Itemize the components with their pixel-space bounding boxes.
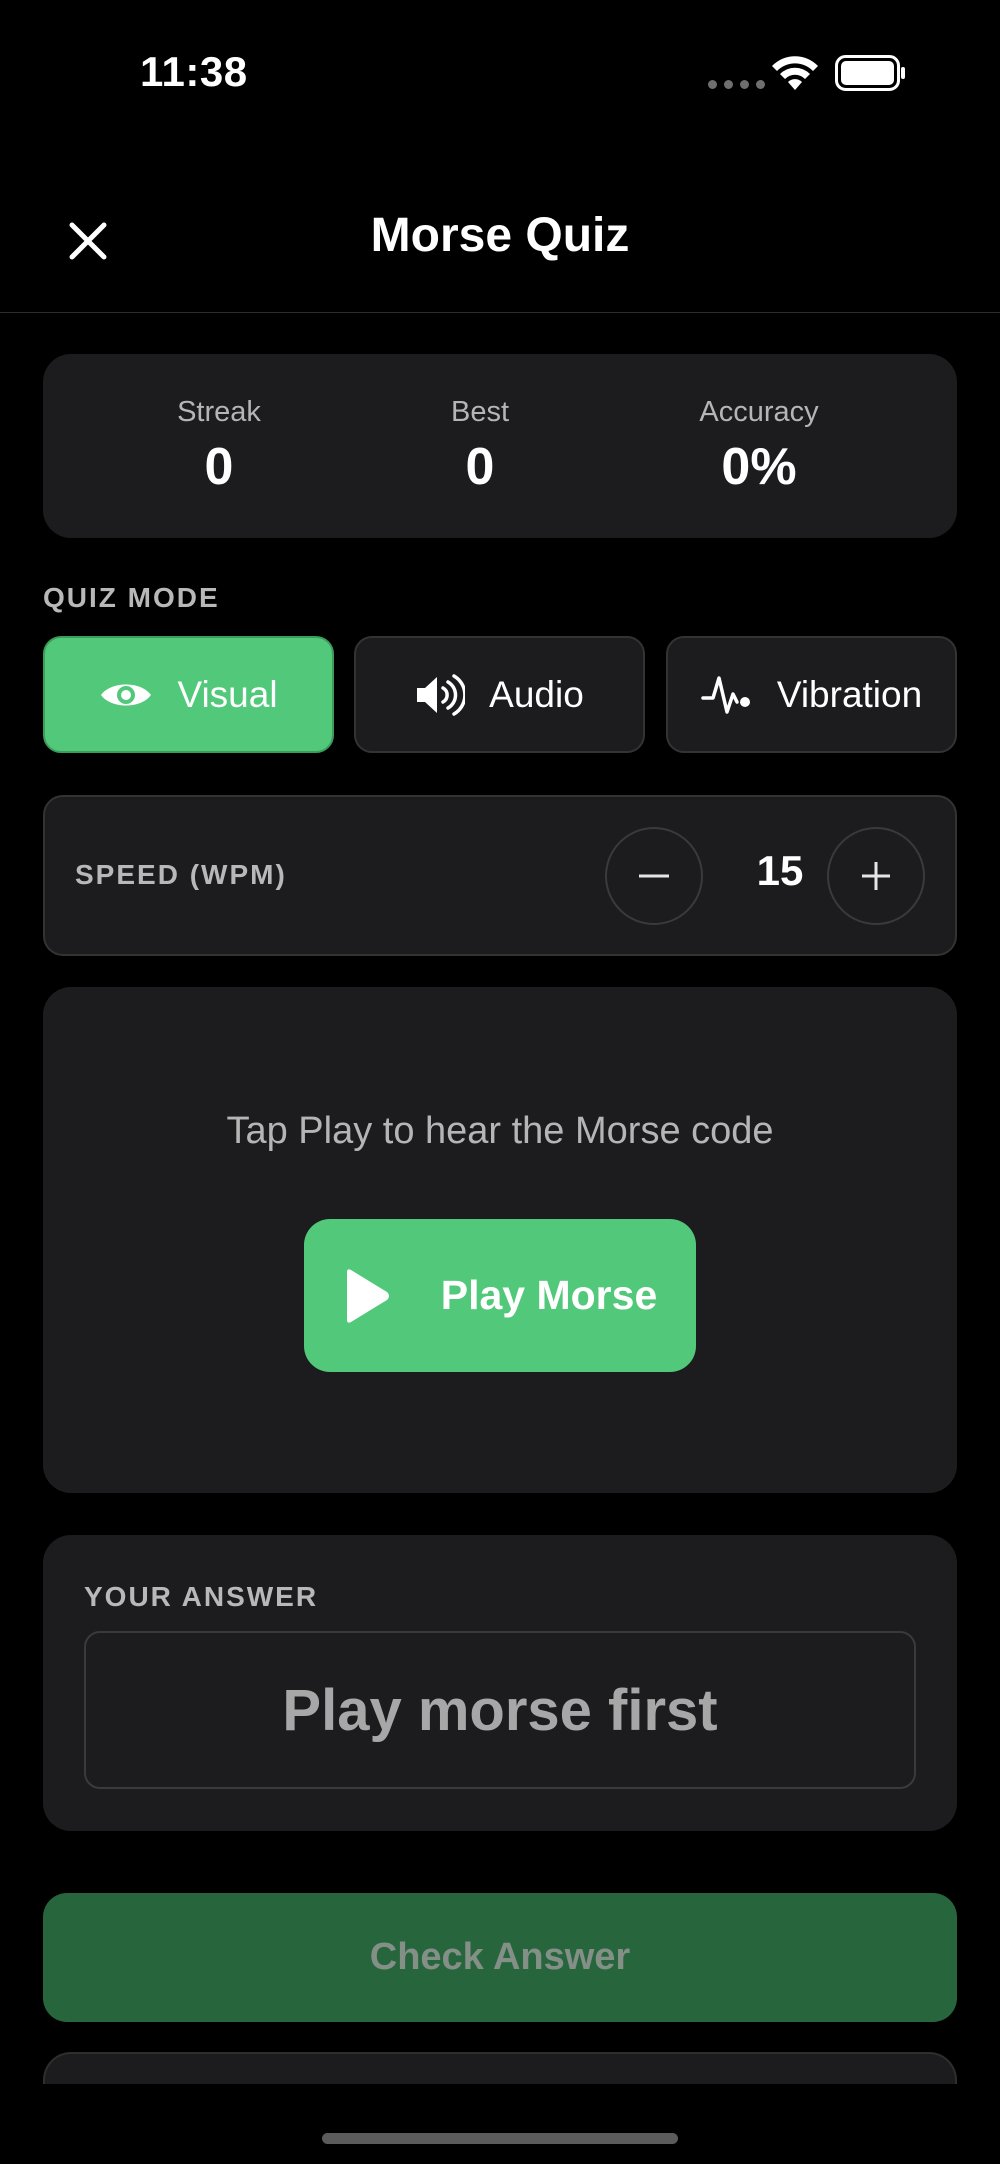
answer-input[interactable]: Play morse first (84, 1631, 916, 1789)
next-card-peek (43, 2052, 957, 2084)
stat-accuracy: Accuracy 0% (639, 396, 879, 497)
stat-value: 0 (465, 438, 495, 496)
play-morse-button[interactable]: Play Morse (304, 1219, 696, 1372)
play-icon (346, 1268, 389, 1323)
stat-label: Streak (177, 396, 261, 428)
speaker-icon (417, 673, 466, 716)
status-time: 11:38 (140, 48, 248, 95)
play-card: Tap Play to hear the Morse code Play Mor… (43, 987, 957, 1493)
stat-value: 0% (721, 438, 797, 496)
nav-bar: Morse Quiz (0, 150, 1000, 313)
speed-label: SPEED (WPM) (75, 859, 287, 890)
speed-decrement-button[interactable] (605, 827, 703, 925)
speed-increment-button[interactable] (827, 827, 925, 925)
eye-icon (101, 684, 152, 705)
answer-card: YOUR ANSWER Play morse first (43, 1535, 957, 1831)
mode-label: Audio (489, 673, 584, 715)
stat-best: Best 0 (360, 396, 600, 497)
mode-vibration-button[interactable]: Vibration (666, 636, 957, 753)
cellular-signal-icon (708, 80, 765, 89)
speed-control: SPEED (WPM) 15 (43, 795, 957, 956)
mode-visual-button[interactable]: Visual (43, 636, 334, 753)
minus-icon (639, 874, 669, 878)
mode-label: Vibration (776, 673, 923, 715)
bottom-area (0, 2086, 1000, 2164)
play-button-label: Play Morse (440, 1272, 658, 1318)
mode-audio-button[interactable]: Audio (354, 636, 645, 753)
wifi-icon (772, 56, 818, 90)
check-answer-button[interactable]: Check Answer (43, 1893, 957, 2022)
stats-card: Streak 0 Best 0 Accuracy 0% (43, 354, 957, 538)
mode-label: Visual (177, 673, 278, 715)
status-bar: 11:38 (0, 0, 1000, 150)
page-title: Morse Quiz (370, 209, 630, 262)
stat-label: Best (450, 396, 510, 428)
battery-icon (835, 55, 905, 91)
home-indicator (322, 2133, 678, 2144)
play-prompt: Tap Play to hear the Morse code (226, 1110, 774, 1152)
stat-streak: Streak 0 (99, 396, 339, 497)
waveform-icon (701, 675, 750, 714)
stat-label: Accuracy (699, 396, 819, 428)
answer-label: YOUR ANSWER (84, 1581, 319, 1612)
stat-value: 0 (204, 438, 234, 496)
plus-icon (862, 862, 890, 890)
quiz-mode-label: QUIZ MODE (43, 582, 220, 613)
